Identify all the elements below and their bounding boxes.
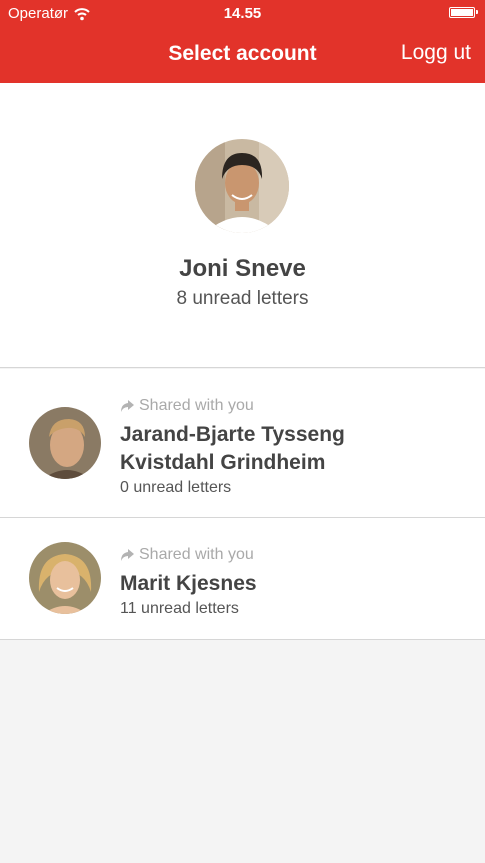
list-item[interactable]: Shared with you Marit Kjesnes 11 unread … (0, 518, 485, 640)
shared-indicator: Shared with you (120, 545, 475, 565)
battery-icon (449, 7, 478, 18)
share-arrow-icon (121, 400, 134, 412)
account-name: Marit Kjesnes (120, 572, 257, 595)
account-info: Shared with you Marit Kjesnes 11 unread … (120, 545, 475, 618)
shared-label: Shared with you (139, 546, 254, 563)
shared-label: Shared with you (139, 397, 254, 414)
account-info: Shared with you Jarand-Bjarte Tysseng Kv… (120, 396, 475, 497)
account-name-line: Kvistdahl Grindheim (120, 451, 326, 474)
avatar (195, 139, 289, 233)
unread-count: 8 unread letters (176, 288, 309, 309)
status-bar: Operatør 14.55 (0, 0, 485, 28)
shared-indicator: Shared with you (120, 396, 475, 416)
unread-count: 0 unread letters (120, 479, 232, 496)
logout-button[interactable]: Logg ut (401, 41, 471, 65)
share-arrow-icon (121, 549, 134, 561)
avatar (29, 542, 101, 614)
account-name-line: Jarand-Bjarte Tysseng (120, 423, 345, 446)
avatar (29, 407, 101, 479)
status-time: 14.55 (223, 5, 262, 22)
list-item[interactable]: Shared with you Jarand-Bjarte Tysseng Kv… (0, 369, 485, 518)
unread-count: 11 unread letters (120, 600, 239, 617)
account-name: Joni Sneve (179, 255, 306, 282)
account-name: Jarand-Bjarte Tysseng Kvistdahl Grindhei… (120, 421, 475, 477)
navigation-bar: Operatør 14.55 Select account Logg ut (0, 0, 485, 83)
primary-account-card[interactable]: Joni Sneve 8 unread letters (0, 83, 485, 368)
